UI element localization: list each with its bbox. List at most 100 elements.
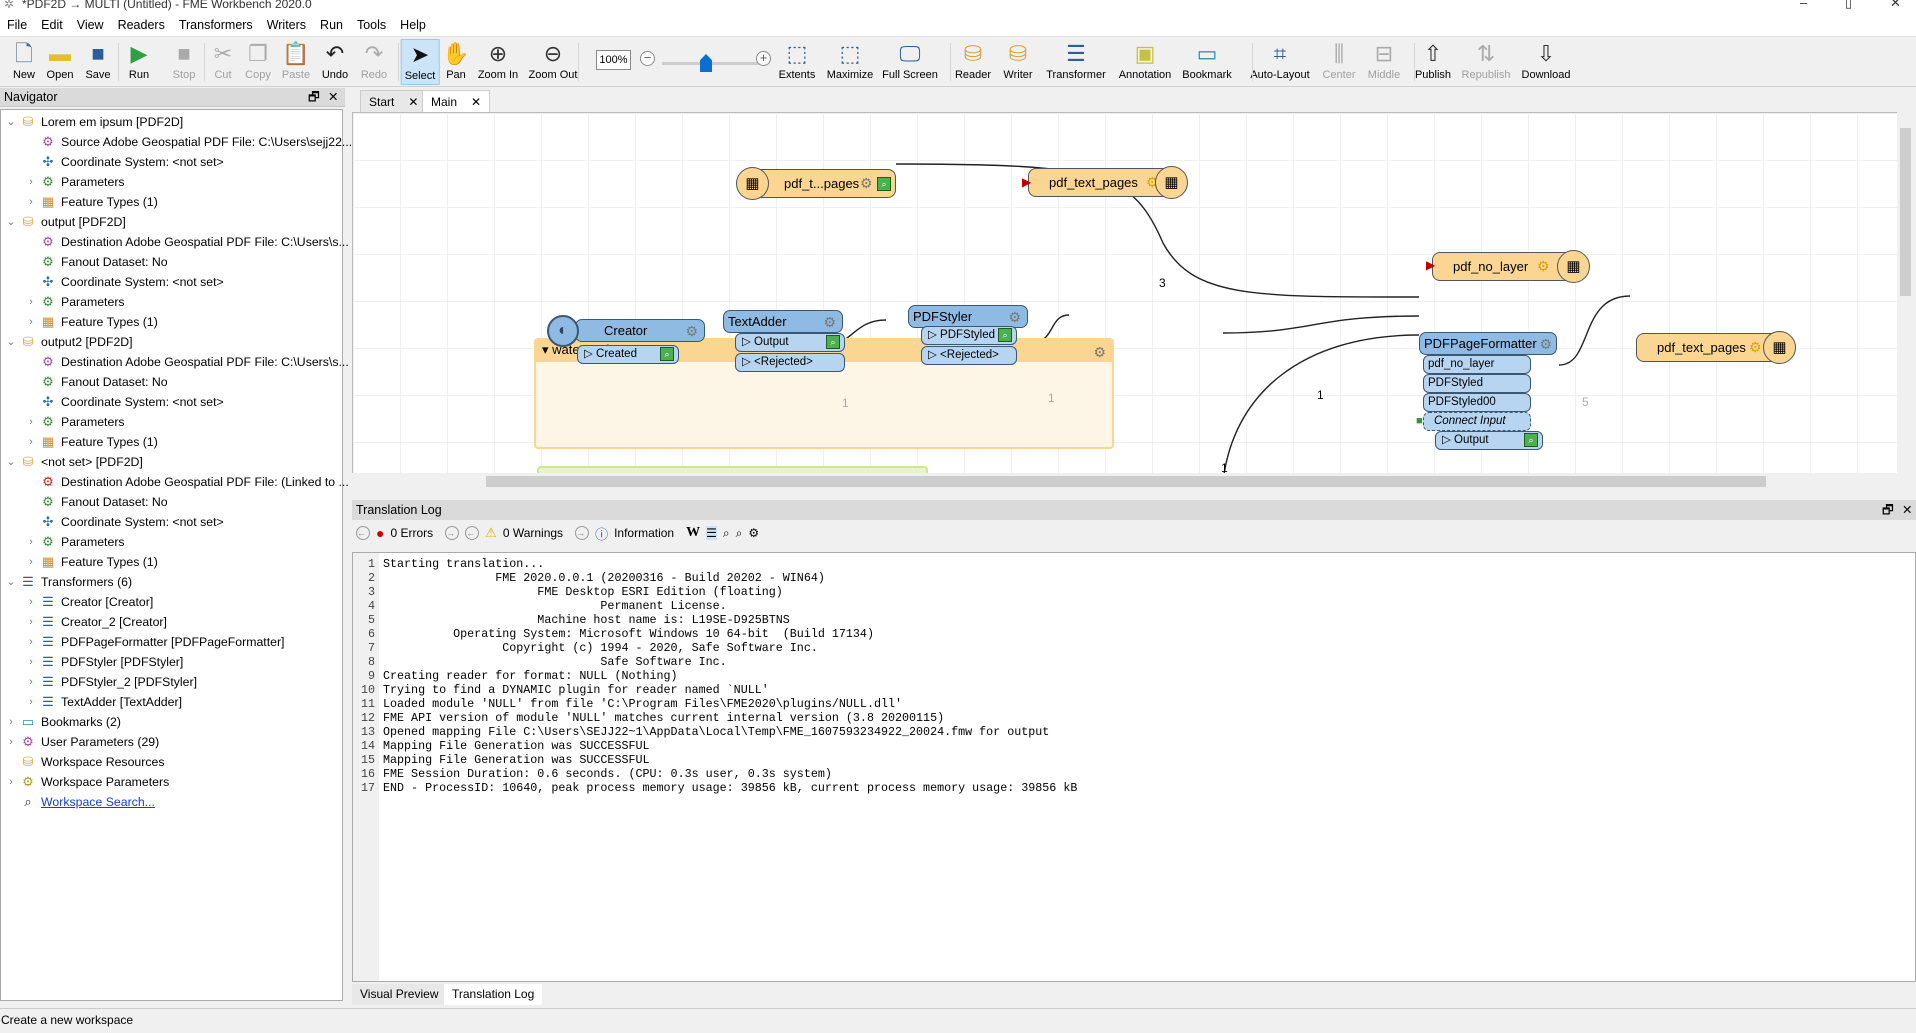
- inspect-icon[interactable]: ⌕: [660, 347, 674, 361]
- workspace-canvas[interactable]: ▦ pdf_t...pages ⚙ ⌕ pdf_text_pages ⚙ ▦ p…: [352, 112, 1913, 481]
- zoom-plus-icon[interactable]: +: [756, 51, 771, 66]
- zoom-slider[interactable]: [662, 62, 762, 65]
- republish-button[interactable]: ⇅ Republish: [1459, 39, 1514, 85]
- chevron-right-icon[interactable]: ›: [23, 312, 39, 332]
- menu-file[interactable]: File: [0, 18, 34, 32]
- cut-button[interactable]: ✂ Cut: [211, 39, 235, 85]
- inspect-icon[interactable]: ⌕: [998, 328, 1012, 342]
- center-button[interactable]: ⫼ Center: [1319, 39, 1358, 85]
- tree-item[interactable]: ⚙ Destination Adobe Geospatial PDF File: …: [23, 352, 349, 372]
- tree-item[interactable]: › ☰ PDFPageFormatter [PDFPageFormatter]: [23, 632, 284, 652]
- open-button[interactable]: ▬ Open: [44, 39, 77, 85]
- tree-item[interactable]: ⌄ ☰ Transformers (6): [3, 572, 132, 592]
- tree-item[interactable]: › ⚙ Workspace Parameters: [3, 772, 169, 792]
- port-rejected[interactable]: ▷ <Rejected>: [921, 346, 1017, 365]
- chevron-right-icon[interactable]: ›: [23, 672, 39, 692]
- port-created[interactable]: ▷ Created ⌕: [577, 345, 679, 364]
- filter-icon[interactable]: ⌕: [736, 526, 743, 541]
- chevron-right-icon[interactable]: ›: [23, 692, 39, 712]
- gear-icon[interactable]: ⚙: [1008, 307, 1021, 328]
- chevron-down-icon[interactable]: ⌄: [3, 332, 19, 352]
- tree-item[interactable]: › ▦ Feature Types (1): [23, 312, 158, 332]
- transformer-textadder[interactable]: TextAdder ⚙: [723, 310, 843, 333]
- line-numbers-icon[interactable]: ☰: [706, 526, 717, 540]
- tree-item[interactable]: ⌄ ⛁ output [PDF2D]: [3, 212, 125, 232]
- tree-item[interactable]: ⚙ Destination Adobe Geospatial PDF File: …: [23, 472, 349, 492]
- tree-item[interactable]: › ▦ Feature Types (1): [23, 192, 158, 212]
- connect-input-port[interactable]: Connect Input: [1423, 412, 1531, 431]
- paste-button[interactable]: 📋 Paste: [279, 39, 313, 85]
- tree-item[interactable]: ✣ Coordinate System: <not set>: [23, 512, 224, 532]
- menu-edit[interactable]: Edit: [34, 18, 70, 32]
- tree-item[interactable]: ⚙ Destination Adobe Geospatial PDF File: …: [23, 232, 349, 252]
- tree-item[interactable]: ⚙ Fanout Dataset: No: [23, 372, 167, 392]
- chevron-right-icon[interactable]: ›: [23, 172, 39, 192]
- tab-translation-log[interactable]: Translation Log: [444, 984, 543, 1005]
- port-output[interactable]: ▷ Output ⌕: [735, 333, 845, 352]
- warnings-filter[interactable]: ⚠ 0 Warnings: [485, 525, 569, 541]
- tab-visual-preview[interactable]: Visual Preview: [352, 984, 447, 1005]
- port-input-pdfstyled[interactable]: PDFStyled: [1423, 374, 1531, 393]
- undo-button[interactable]: ↶ Undo: [319, 39, 351, 85]
- maximize-button[interactable]: ⬚ Maximize: [824, 39, 876, 85]
- tab-start[interactable]: Start ✕: [360, 90, 428, 112]
- tree-item[interactable]: ⌕ Workspace Search...: [3, 792, 155, 812]
- translation-log-text[interactable]: 1 Starting translation... 2 FME 2020.0.0.1…: [352, 552, 1916, 982]
- chevron-right-icon[interactable]: ›: [23, 412, 39, 432]
- tree-item[interactable]: ⌄ ⛁ output2 [PDF2D]: [3, 332, 132, 352]
- stop-button[interactable]: ■ Stop: [170, 39, 199, 85]
- port-pdfstyled[interactable]: ▷ PDFStyled ⌕: [921, 326, 1017, 345]
- chevron-down-icon[interactable]: ⌄: [3, 212, 19, 232]
- horizontal-scroll-thumb[interactable]: [486, 476, 1766, 487]
- tree-item[interactable]: › ☰ TextAdder [TextAdder]: [23, 692, 182, 712]
- tree-item[interactable]: ⚙ Source Adobe Geospatial PDF File: C:\Us…: [23, 132, 352, 152]
- chevron-right-icon[interactable]: ›: [3, 772, 19, 792]
- menu-readers[interactable]: Readers: [111, 18, 172, 32]
- tree-item[interactable]: ⌄ ⛁ <not set> [PDF2D]: [3, 452, 142, 472]
- extents-button[interactable]: ⬚ Extents: [776, 39, 819, 85]
- middle-button[interactable]: ⊟ Middle: [1365, 39, 1403, 85]
- gear-icon[interactable]: ⚙: [1537, 259, 1550, 273]
- menu-view[interactable]: View: [70, 18, 111, 32]
- gear-icon[interactable]: ⚙: [1749, 340, 1762, 354]
- next-warning-icon[interactable]: →: [575, 526, 590, 540]
- chevron-right-icon[interactable]: ›: [23, 432, 39, 452]
- inspect-icon[interactable]: ⌕: [826, 335, 840, 349]
- port-rejected[interactable]: ▷ <Rejected>: [735, 353, 845, 372]
- tree-item[interactable]: › ▦ Feature Types (1): [23, 552, 158, 572]
- reader-feature-type[interactable]: ▦ pdf_t...pages ⚙ ⌕: [736, 167, 896, 200]
- publish-button[interactable]: ⇧ Publish: [1412, 39, 1454, 85]
- new-button[interactable]: 🗋 New: [10, 39, 38, 85]
- connection-styler-to-formatter[interactable]: [1222, 315, 1420, 334]
- reader-button[interactable]: ⛁ Reader: [952, 39, 994, 85]
- connection-formatter-to-writer[interactable]: [1558, 295, 1631, 366]
- chevron-down-icon[interactable]: ⌄: [3, 572, 19, 592]
- auto-layout-button[interactable]: ⌗ Auto-Layout: [1247, 39, 1312, 85]
- zoom-level-field[interactable]: 100%: [596, 50, 631, 70]
- tree-item[interactable]: ⚙ Fanout Dataset: No: [23, 252, 167, 272]
- bookmark-button[interactable]: ▭ Bookmark: [1179, 39, 1235, 85]
- tab-main[interactable]: Main ✕: [422, 90, 491, 112]
- information-filter[interactable]: ⓘ Information: [595, 524, 680, 543]
- download-button[interactable]: ⇩ Download: [1519, 39, 1574, 85]
- transformer-button[interactable]: ☰ Transformer: [1043, 39, 1109, 85]
- zoom-in-button[interactable]: ⊕ Zoom In: [475, 39, 521, 85]
- port-input-pdf-no-layer[interactable]: pdf_no_layer: [1423, 355, 1531, 374]
- gear-icon[interactable]: ⚙: [823, 312, 836, 333]
- chevron-right-icon[interactable]: ›: [23, 612, 39, 632]
- chevron-right-icon[interactable]: ›: [23, 192, 39, 212]
- maximize-button[interactable]: ▯: [1845, 0, 1852, 9]
- run-button[interactable]: ▶ Run: [126, 39, 152, 85]
- gear-icon[interactable]: ⚙: [1539, 334, 1552, 355]
- transformer-pdfstyler[interactable]: PDFStyler ⚙: [908, 305, 1028, 328]
- transformer-creator[interactable]: Creator ⚙: [575, 319, 705, 342]
- tree-item[interactable]: › ⚙ Parameters: [23, 292, 124, 312]
- gear-icon[interactable]: ⚙: [1093, 342, 1106, 362]
- chevron-down-icon[interactable]: ⌄: [3, 452, 19, 472]
- float-panel-icon[interactable]: 🗗: [1882, 500, 1894, 520]
- next-error-icon[interactable]: →: [445, 526, 460, 540]
- tree-item[interactable]: ✣ Coordinate System: <not set>: [23, 152, 224, 172]
- pan-button[interactable]: ✋ Pan: [439, 39, 472, 85]
- chevron-right-icon[interactable]: ›: [23, 552, 39, 572]
- log-settings-icon[interactable]: ⚙: [748, 526, 759, 540]
